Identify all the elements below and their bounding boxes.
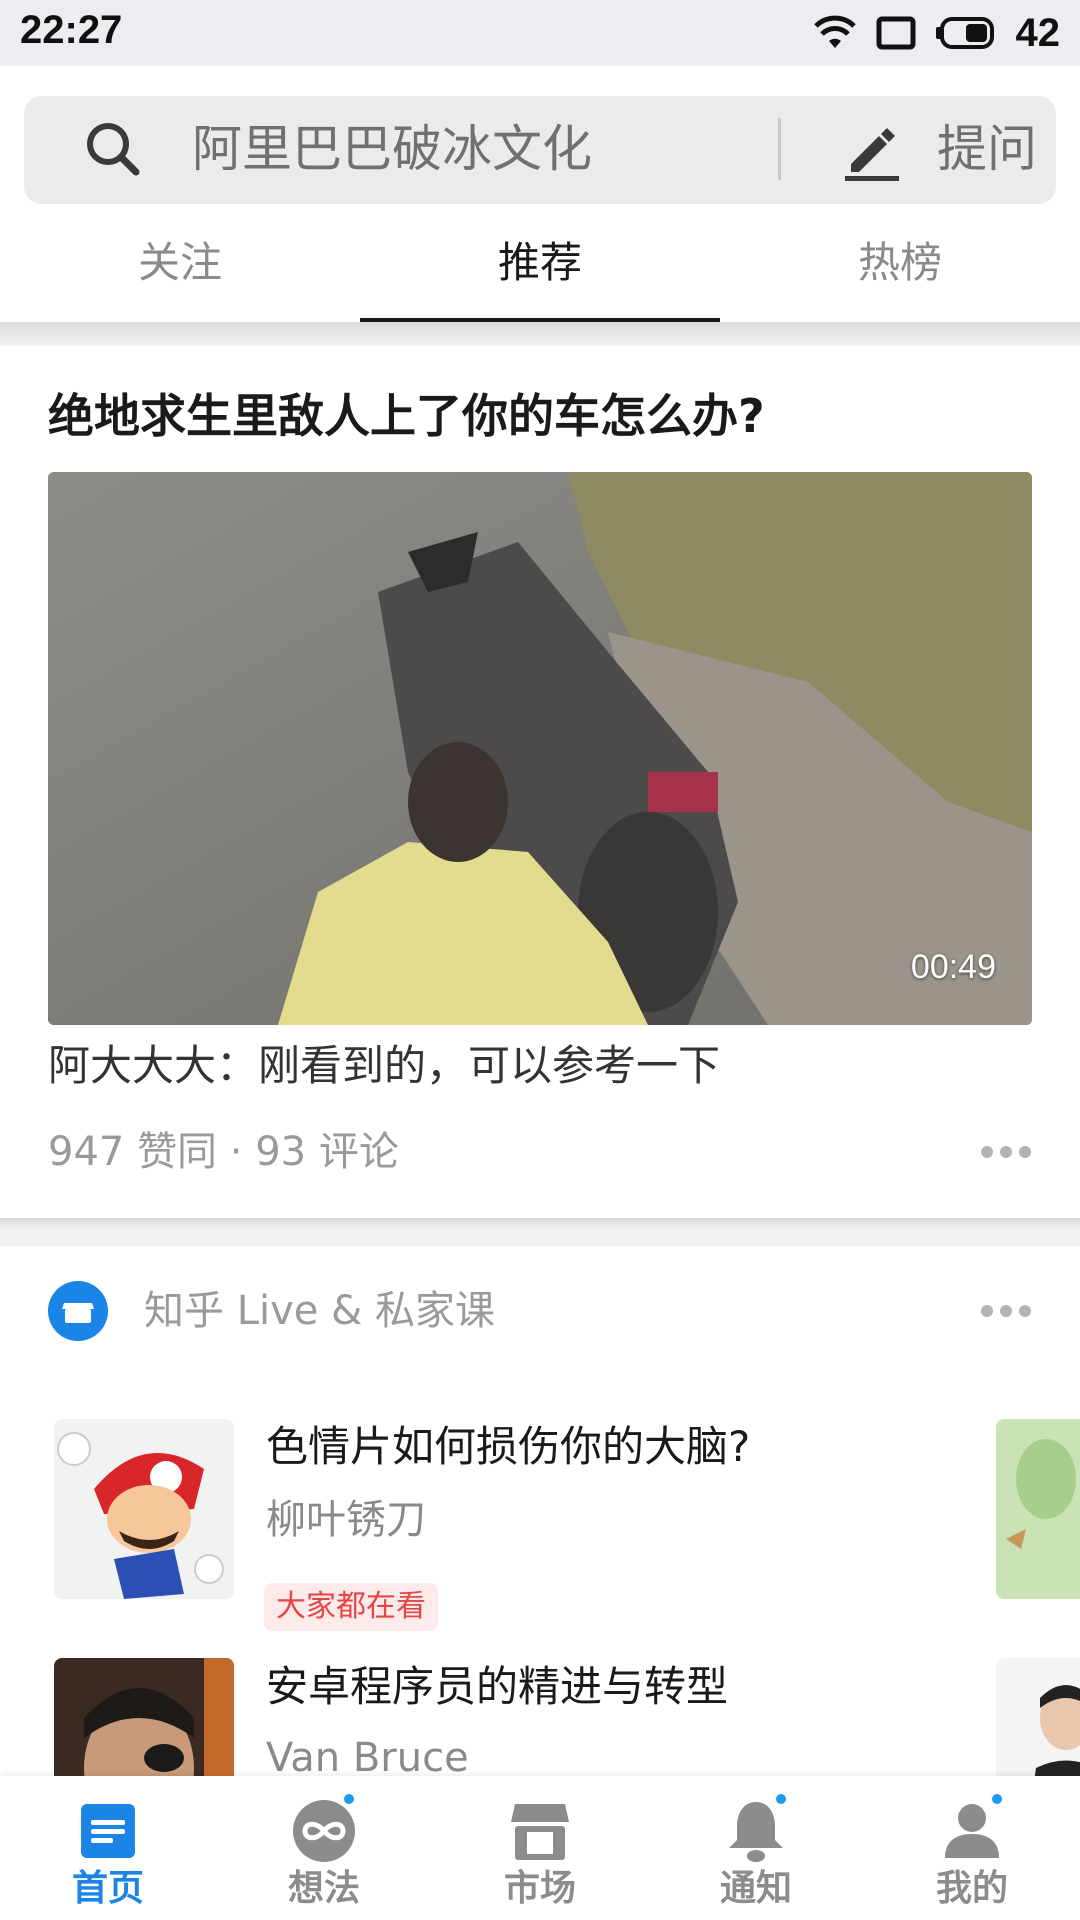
nav-notifications-label: 通知: [719, 1868, 792, 1909]
preview-image: [996, 1419, 1080, 1599]
more-options-icon[interactable]: [980, 1144, 1032, 1160]
trending-badge: 大家都在看: [264, 1583, 438, 1631]
answer-excerpt[interactable]: 阿大大大：刚看到的，可以参考一下: [48, 1036, 720, 1096]
notification-dot: [774, 1792, 788, 1806]
battery-icon: [935, 17, 994, 49]
video-thumbnail[interactable]: 00:49: [48, 472, 1032, 1025]
live-section-title[interactable]: 知乎 Live & 私家课: [144, 1280, 495, 1342]
mario-image: [54, 1419, 234, 1599]
search-input[interactable]: 阿里巴巴破冰文化: [192, 118, 592, 180]
video-duration: 00:49: [910, 948, 996, 986]
home-icon: [81, 1804, 135, 1858]
nav-profile[interactable]: 我的: [864, 1776, 1080, 1920]
live-item-title[interactable]: 色情片如何损伤你的大脑?: [266, 1418, 750, 1476]
nav-ideas-label: 想法: [287, 1868, 360, 1909]
notification-dot: [990, 1792, 1004, 1806]
bell-icon: [729, 1802, 783, 1862]
live-store-icon: [48, 1281, 108, 1341]
live-item-author: 柳叶锈刀: [266, 1497, 426, 1543]
pencil-icon: [845, 128, 899, 181]
ask-question-button[interactable]: 提问: [819, 96, 1056, 204]
nav-market[interactable]: 市场: [432, 1776, 648, 1920]
notification-dot: [342, 1792, 356, 1806]
status-bar: 22:27 42: [0, 0, 1080, 66]
ask-question-label: 提问: [937, 120, 1037, 178]
live-item-thumbnail[interactable]: [54, 1419, 234, 1599]
status-time: 22:27: [20, 8, 123, 52]
nav-notifications[interactable]: 通知: [648, 1776, 864, 1920]
tab-recommend[interactable]: 推荐: [360, 222, 720, 324]
tab-follow[interactable]: 关注: [0, 222, 360, 324]
next-card-preview[interactable]: [996, 1419, 1080, 1599]
search-divider: [778, 118, 781, 180]
search-bar[interactable]: 阿里巴巴破冰文化 提问: [24, 96, 1056, 204]
video-still: [48, 472, 1032, 1025]
search-icon: [87, 123, 140, 176]
nav-profile-label: 我的: [935, 1868, 1008, 1909]
status-icons: 42: [813, 8, 1061, 58]
market-icon: [511, 1804, 569, 1860]
screen-icon: [876, 16, 915, 50]
battery-percent: 42: [1015, 10, 1061, 55]
wifi-icon: [813, 15, 856, 48]
nav-market-label: 市场: [503, 1868, 576, 1909]
ideas-icon: [293, 1800, 355, 1862]
tab-hot-list[interactable]: 热榜: [720, 222, 1080, 324]
nav-home-label: 首页: [71, 1868, 144, 1909]
bottom-navigation: 首页 想法 市场 通知 我的: [0, 1776, 1080, 1920]
live-item-title[interactable]: 安卓程序员的精进与转型: [266, 1658, 728, 1716]
section-divider: [0, 1218, 1080, 1246]
feed-card-title[interactable]: 绝地求生里敌人上了你的车怎么办?: [48, 386, 765, 446]
answer-stats: 947 赞同 · 93 评论: [48, 1129, 399, 1175]
tabs-divider: [0, 322, 1080, 346]
profile-icon: [945, 1804, 999, 1858]
live-more-options-icon[interactable]: [980, 1303, 1032, 1319]
nav-home[interactable]: 首页: [0, 1776, 216, 1920]
feed-tabs: 关注 推荐 热榜: [0, 222, 1080, 324]
nav-ideas[interactable]: 想法: [216, 1776, 432, 1920]
